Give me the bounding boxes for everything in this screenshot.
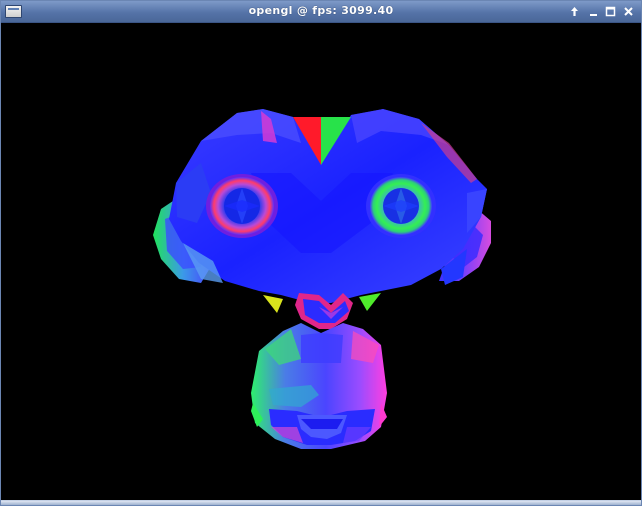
right-eye bbox=[366, 174, 436, 238]
up-arrow-icon[interactable] bbox=[567, 4, 582, 19]
left-eye bbox=[206, 174, 278, 238]
maximize-icon[interactable] bbox=[603, 4, 618, 19]
opengl-viewport[interactable] bbox=[1, 23, 641, 501]
minimize-icon[interactable] bbox=[586, 4, 601, 19]
close-icon[interactable] bbox=[621, 4, 636, 19]
window-title: opengl @ fps: 3099.40 bbox=[248, 4, 394, 17]
title-bar[interactable]: opengl @ fps: 3099.40 bbox=[1, 1, 641, 23]
monkey-head-render bbox=[153, 109, 491, 449]
app-window: opengl @ fps: 3099.40 bbox=[0, 0, 642, 506]
muzzle bbox=[251, 323, 387, 449]
window-bottom-border[interactable] bbox=[1, 500, 641, 505]
